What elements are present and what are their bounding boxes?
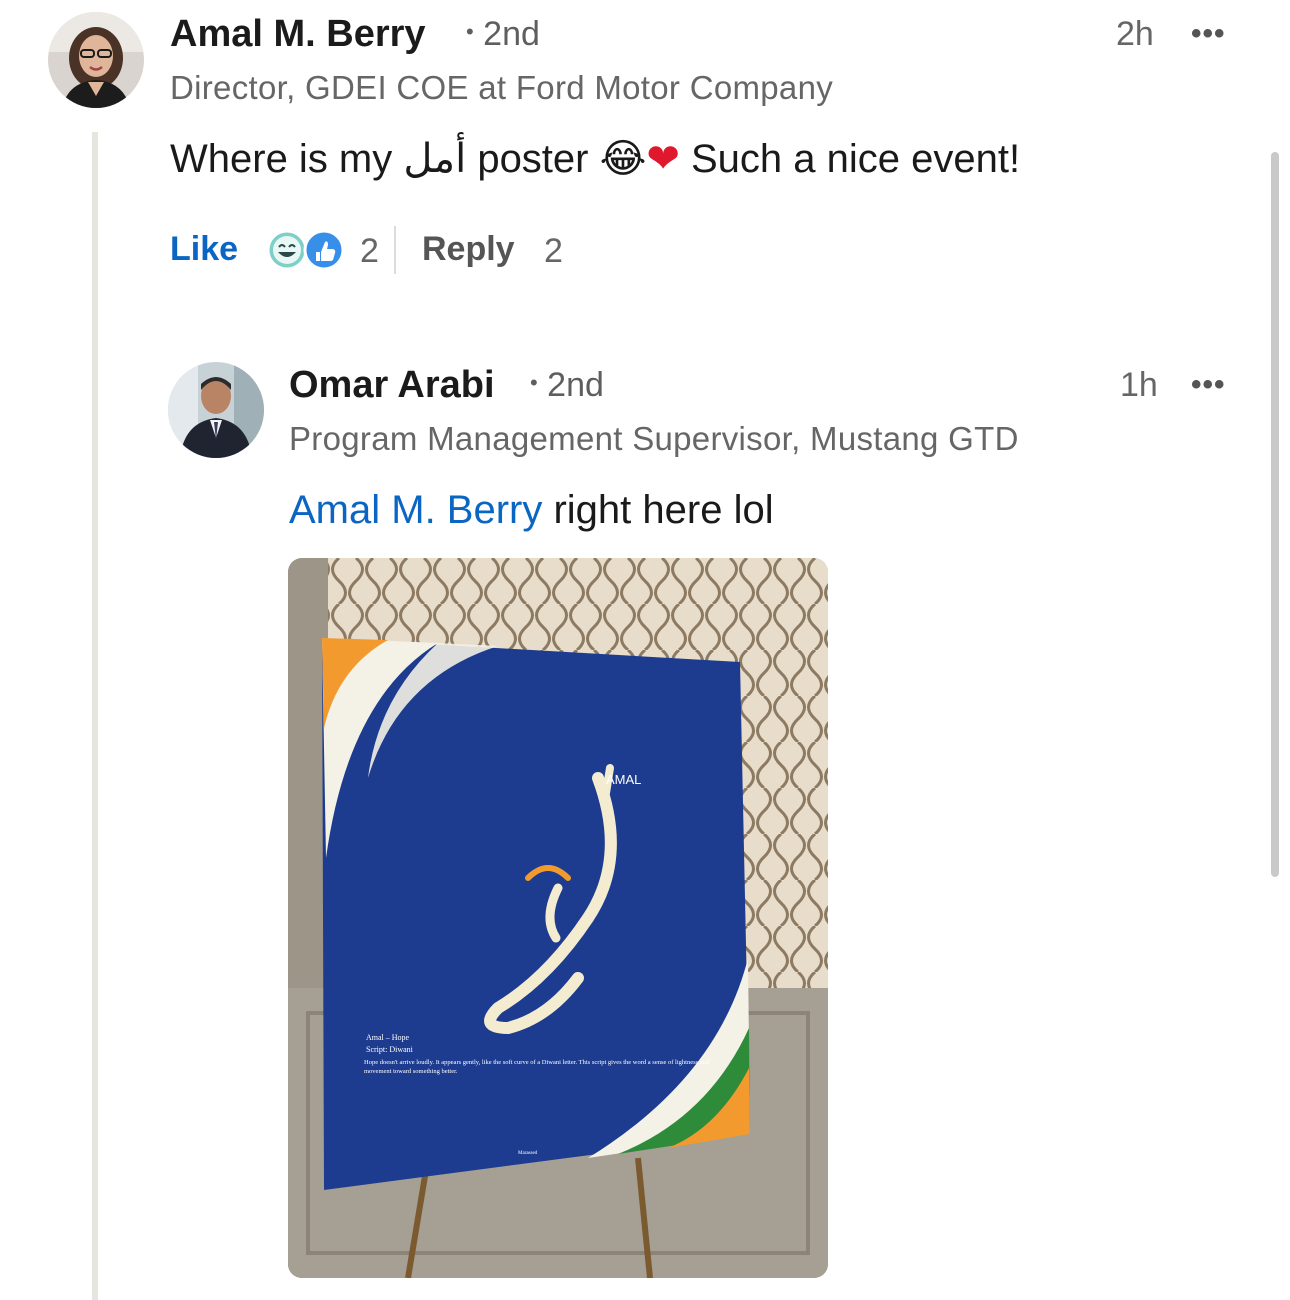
reply-author-name[interactable]: Omar Arabi [289, 364, 495, 407]
degree-label: 2nd [547, 366, 604, 404]
mention-link[interactable]: Amal M. Berry [289, 488, 542, 532]
degree-label: 2nd [483, 15, 540, 53]
reply-author-headline: Program Management Supervisor, Mustang G… [289, 420, 1019, 457]
heart-emoji-icon: ❤ [646, 137, 680, 181]
arabic-word: أمل [403, 136, 467, 182]
thread-line [92, 132, 98, 1300]
laugh-emoji-icon: 😂 [599, 137, 647, 181]
poster-caption: Amal – Hope [366, 1033, 410, 1042]
like-button[interactable]: Like [170, 230, 238, 269]
poster-body-text: Hope doesn't arrive loudly. It appears g… [364, 1059, 710, 1075]
comment-text: Where is my أمل poster 😂❤ Such a nice ev… [170, 136, 1020, 182]
reply-timestamp: 1h [1120, 366, 1158, 404]
reply-count[interactable]: 2 [544, 232, 563, 271]
connection-degree: • 2nd [466, 15, 540, 54]
action-divider [394, 226, 396, 274]
comment-text-part: poster [466, 137, 600, 181]
avatar[interactable] [48, 12, 144, 108]
comment-text-part: Where is my [170, 137, 404, 181]
reaction-icons[interactable] [266, 228, 348, 272]
reply-avatar[interactable] [168, 362, 264, 458]
comment-text-part: Such a nice event! [679, 137, 1021, 181]
comment-timestamp: 2h [1116, 15, 1154, 53]
more-options-icon[interactable]: ••• [1191, 17, 1226, 51]
poster-title: AMAL [606, 772, 641, 787]
comment-author-headline: Director, GDEI COE at Ford Motor Company [170, 69, 834, 106]
reply-text: Amal M. Berry right here lol [289, 488, 774, 533]
more-options-icon[interactable]: ••• [1191, 368, 1226, 402]
poster-caption: Script: Diwani [366, 1045, 414, 1054]
comment-author-name[interactable]: Amal M. Berry [170, 13, 426, 56]
reaction-count[interactable]: 2 [360, 232, 379, 271]
attached-photo[interactable]: AMAL Amal – Hope Script: Diwani Hope doe… [288, 558, 828, 1278]
degree-dot: • [530, 370, 538, 395]
reply-button[interactable]: Reply [422, 230, 515, 269]
like-reaction-icon [303, 229, 345, 271]
reply-text-part: right here lol [542, 488, 774, 532]
poster-signature: Marassed [518, 1151, 538, 1156]
scrollbar[interactable] [1271, 152, 1279, 877]
laugh-reaction-icon [266, 229, 308, 271]
reply-connection-degree: • 2nd [530, 366, 604, 405]
degree-dot: • [466, 19, 474, 44]
